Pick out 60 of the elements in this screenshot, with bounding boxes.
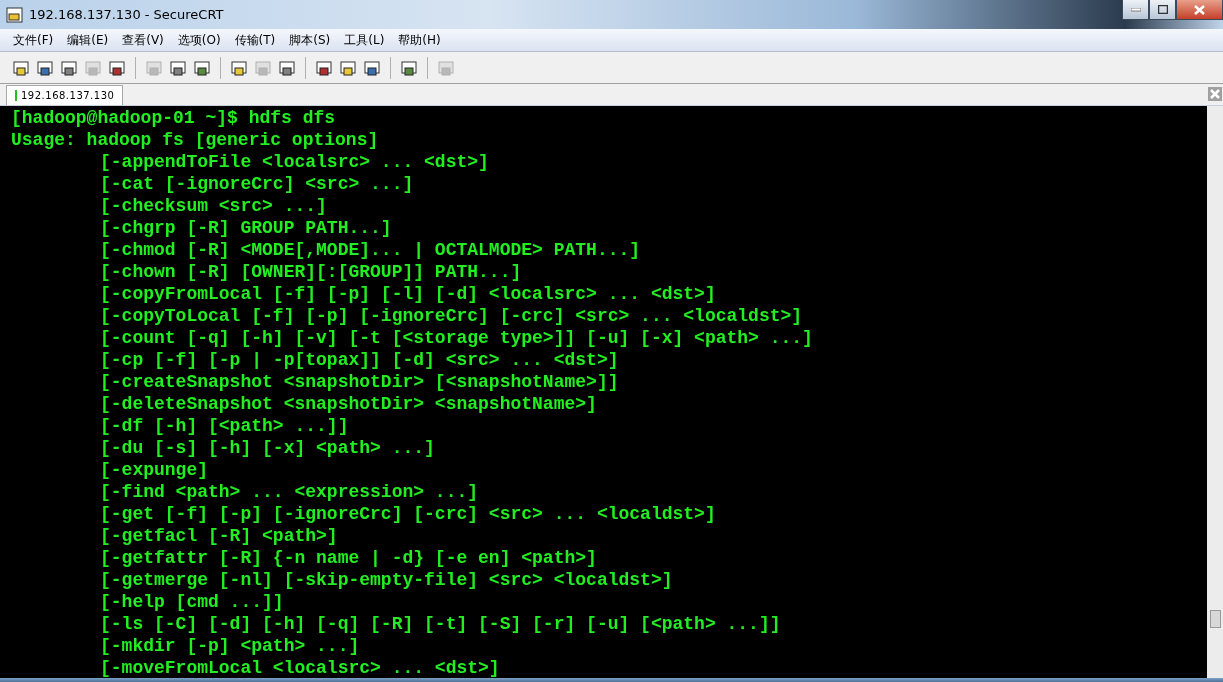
terminal-line: [-appendToFile <localsrc> ... <dst>] [100, 151, 489, 173]
menu-item[interactable]: 选项(O) [170, 31, 228, 49]
close-tab-icon[interactable] [1208, 87, 1222, 101]
toolbar-icon[interactable] [193, 58, 211, 77]
terminal-line: [-find <path> ... <expression> ...] [100, 481, 479, 503]
toolbar-icon[interactable] [339, 58, 357, 77]
toolbar-icon[interactable] [60, 58, 78, 77]
toolbar-icon[interactable] [169, 58, 187, 77]
app-icon [6, 6, 23, 23]
terminal-line: [-help [cmd ...]] [100, 591, 284, 613]
toolbar-icon[interactable] [363, 58, 381, 77]
close-icon [1194, 4, 1205, 15]
terminal-line: [-get [-f] [-p] [-ignoreCrc] [-crc] <src> ... <localdst>] [100, 503, 716, 525]
menu-item[interactable]: 工具(L) [337, 31, 392, 49]
maximize-icon [1157, 5, 1168, 14]
menu-item[interactable]: 查看(V) [115, 31, 171, 49]
toolbar-icon[interactable] [108, 58, 126, 77]
session-tab[interactable]: 192.168.137.130 [6, 85, 124, 105]
close-button[interactable] [1176, 0, 1223, 20]
toolbar-icon[interactable] [230, 58, 248, 77]
terminal-line: [hadoop@hadoop-01 ~]$ hdfs dfs [11, 107, 336, 129]
terminal-line: [-expunge] [100, 459, 209, 481]
toolbar-icon[interactable] [278, 58, 296, 77]
scrollbar-thumb[interactable] [1209, 610, 1221, 628]
terminal-line: [-getfacl [-R] <path>] [100, 525, 338, 547]
terminal-line: [-moveFromLocal <localsrc> ... <dst>] [100, 657, 500, 679]
terminal-line: [-chmod [-R] <MODE[,MODE]... | OCTALMODE> PATH...] [100, 239, 641, 261]
menu-item[interactable]: 编辑(E) [60, 31, 116, 49]
menu-item[interactable]: 脚本(S) [282, 31, 338, 49]
terminal[interactable] [0, 106, 1223, 678]
terminal-line: Usage: hadoop fs [generic options] [11, 129, 379, 151]
minimize-button[interactable] [1122, 0, 1149, 20]
toolbar-icon[interactable] [400, 58, 418, 77]
terminal-line: [-mkdir [-p] <path> ...] [100, 635, 360, 657]
terminal-line: [-count [-q] [-h] [-v] [-t [<storage type>]] [-u] [-x] <path> ...] [100, 327, 813, 349]
window-title: 192.168.137.130 - SecureCRT [29, 7, 225, 22]
terminal-line: [-deleteSnapshot <snapshotDir> <snapshotName>] [100, 393, 597, 415]
menu-item[interactable]: 传输(T) [227, 31, 283, 49]
terminal-line: [-df [-h] [<path> ...]] [100, 415, 349, 437]
menu-item[interactable]: 帮助(H) [391, 31, 448, 49]
terminal-line: [-getmerge [-nl] [-skip-empty-file] <src> <localdst>] [100, 569, 673, 591]
terminal-line: [-copyFromLocal [-f] [-p] [-l] [-d] <localsrc> ... <dst>] [100, 283, 716, 305]
minimize-icon [1130, 7, 1141, 12]
maximize-button[interactable] [1149, 0, 1176, 20]
tab-label: 192.168.137.130 [21, 90, 115, 101]
terminal-line: [-chown [-R] [OWNER][:[GROUP]] PATH...] [100, 261, 522, 283]
toolbar-icon[interactable] [12, 58, 30, 77]
terminal-line: [-du [-s] [-h] [-x] <path> ...] [100, 437, 435, 459]
terminal-line: [-copyToLocal [-f] [-p] [-ignoreCrc] [-crc] <src> ... <localdst>] [100, 305, 803, 327]
toolbar-icon[interactable] [36, 58, 54, 77]
terminal-line: [-cp [-f] [-p | -p[topax]] [-d] <src> ... <dst>] [100, 349, 619, 371]
menu-item[interactable]: 文件(F) [6, 31, 61, 49]
terminal-line: [-getfattr [-R] {-n name | -d} [-e en] <path>] [100, 547, 597, 569]
terminal-line: [-checksum <src> ...] [100, 195, 327, 217]
scrollbar[interactable] [1207, 106, 1223, 678]
terminal-line: [-chgrp [-R] GROUP PATH...] [100, 217, 392, 239]
toolbar-icon[interactable] [315, 58, 333, 77]
terminal-line: [-cat [-ignoreCrc] <src> ...] [100, 173, 414, 195]
terminal-line: [-ls [-C] [-d] [-h] [-q] [-R] [-t] [-S] [-r] [-u] [<path> ...]] [100, 613, 781, 635]
terminal-line: [-createSnapshot <snapshotDir> [<snapshotName>]] [100, 371, 619, 393]
